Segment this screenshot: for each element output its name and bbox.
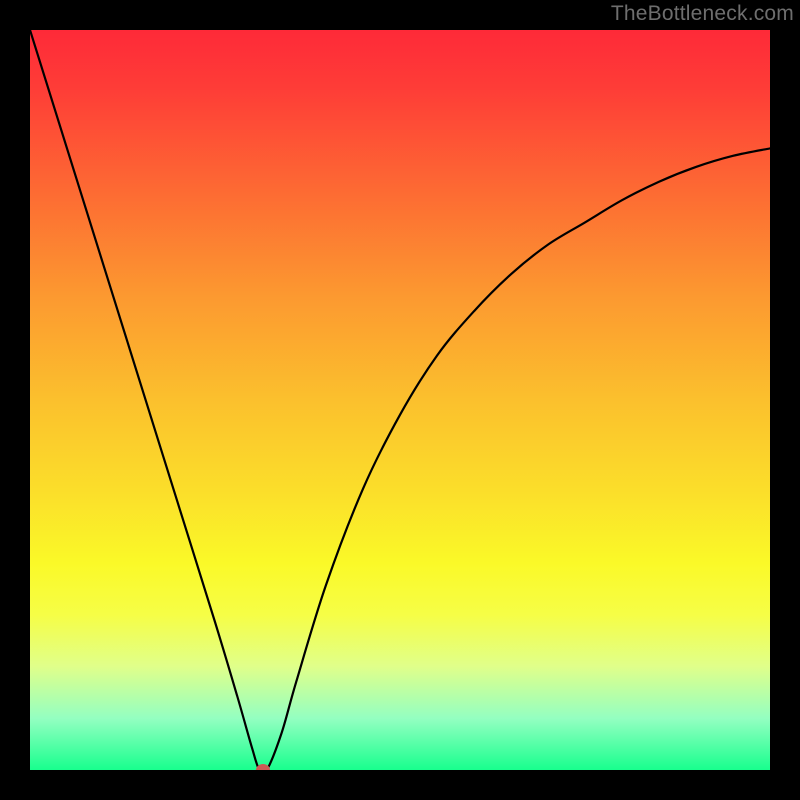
minimum-marker-icon (256, 764, 270, 770)
watermark-text: TheBottleneck.com (611, 2, 794, 26)
chart-frame: TheBottleneck.com (0, 0, 800, 800)
plot-area (30, 30, 770, 770)
bottleneck-curve (30, 30, 770, 770)
